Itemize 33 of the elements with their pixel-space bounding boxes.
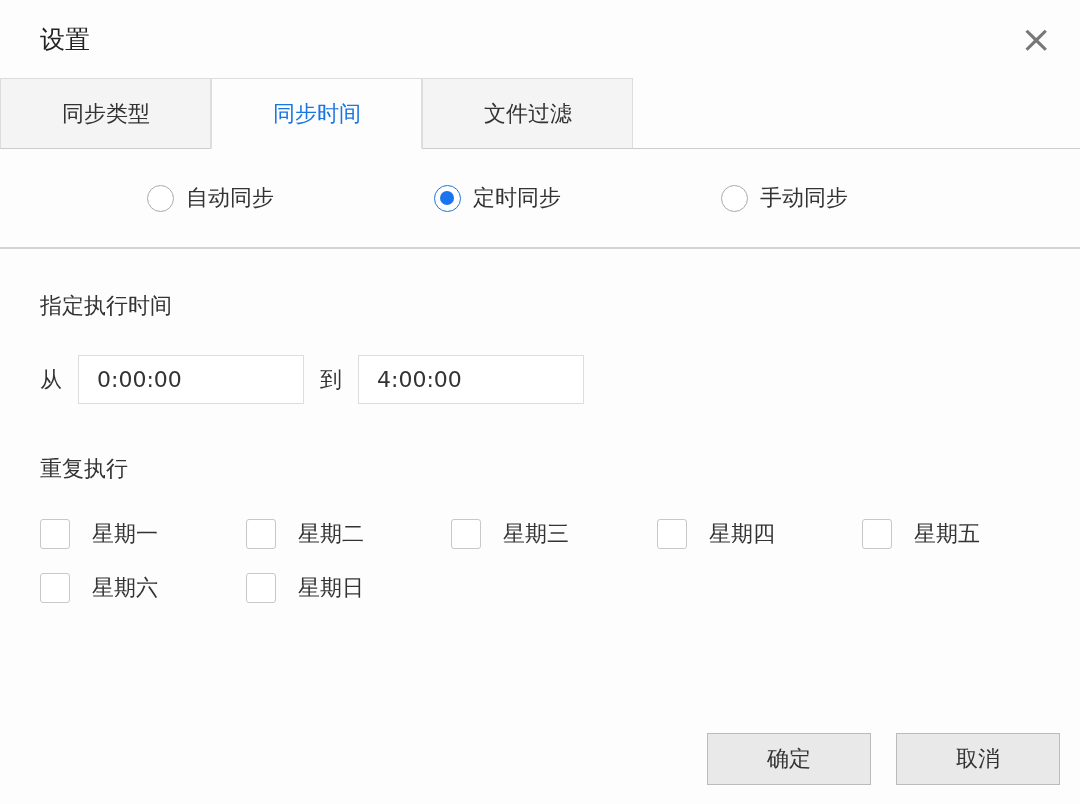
checkbox-label: 星期四 (708, 520, 775, 548)
checkbox-label: 星期六 (92, 574, 158, 602)
checkbox-label: 星期日 (297, 574, 364, 602)
tab[interactable]: 同步类型 (0, 78, 211, 149)
time-field[interactable]: 4:00:00 (358, 355, 584, 404)
section-heading: 重复执行 (40, 455, 129, 483)
checkbox[interactable] (245, 519, 276, 549)
close-button[interactable]: × (1016, 20, 1056, 58)
checkbox[interactable] (40, 573, 70, 603)
radio-label: 定时同步 (473, 184, 561, 212)
radio-button[interactable] (721, 184, 748, 212)
tab[interactable]: 文件过滤 (422, 78, 633, 149)
tab[interactable]: 同步时间 (211, 78, 422, 149)
confirm-button[interactable]: 确定 (707, 733, 871, 785)
radio-label: 手动同步 (760, 184, 848, 212)
checkbox-label: 星期五 (914, 520, 980, 548)
checkbox[interactable] (245, 573, 276, 603)
radio-button[interactable] (434, 184, 461, 212)
field-label: 到 (320, 365, 342, 394)
checkbox-label: 星期三 (503, 520, 569, 548)
field-label: 从 (40, 365, 62, 394)
checkbox[interactable] (451, 519, 481, 549)
checkbox[interactable] (656, 519, 687, 549)
radio-label: 自动同步 (186, 184, 274, 212)
time-field[interactable]: 0:00:00 (78, 355, 304, 404)
checkbox[interactable] (40, 519, 70, 549)
checkbox[interactable] (862, 519, 892, 549)
checkbox-label: 星期一 (92, 520, 158, 548)
radio-button[interactable] (147, 184, 174, 212)
checkbox-label: 星期二 (297, 520, 364, 548)
window-title: 设置 (40, 23, 90, 56)
cancel-button[interactable]: 取消 (896, 733, 1060, 785)
section-heading: 指定执行时间 (40, 292, 173, 320)
